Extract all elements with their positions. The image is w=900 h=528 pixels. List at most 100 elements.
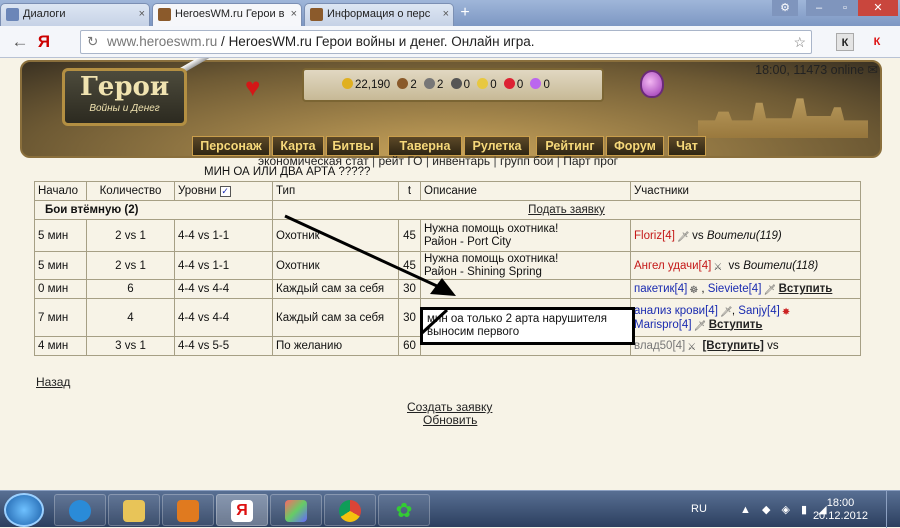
menu-battles[interactable]: Битвы xyxy=(326,136,380,156)
participant-link[interactable]: анализ крови[4] xyxy=(634,305,718,317)
sulfur-amount: 0 xyxy=(490,79,497,91)
table-row: 0 мин 6 4-4 vs 4-4 Каждый сам за себя 30… xyxy=(34,279,861,299)
vs-label: vs xyxy=(692,229,704,242)
cell-start: 7 мин xyxy=(34,298,87,337)
language-indicator[interactable]: RU xyxy=(691,503,707,515)
close-tab-icon[interactable]: × xyxy=(139,4,145,24)
menu-character[interactable]: Персонаж xyxy=(192,136,270,156)
ore-amount: 2 xyxy=(437,79,444,91)
taskbar-icq[interactable]: ✿ xyxy=(378,494,430,526)
participant-link[interactable]: влад50[4] xyxy=(634,340,685,352)
section-row: Бои втёмную (2) Подать заявку xyxy=(34,200,861,220)
settings-icon[interactable]: ⚙ xyxy=(772,0,798,16)
taskbar-yandex-browser[interactable]: Я xyxy=(216,494,268,526)
menu-roulette[interactable]: Рулетка xyxy=(464,136,530,156)
join-link[interactable]: Вступить xyxy=(709,319,763,331)
maximize-button[interactable]: ▫ xyxy=(832,0,858,16)
mail-icon[interactable]: ✉ xyxy=(868,63,878,77)
chrome-icon xyxy=(339,500,361,522)
section-title: Бои втёмную (2) xyxy=(34,200,273,220)
participant-link[interactable]: пакетик[4] xyxy=(634,283,687,295)
cell-t: 45 xyxy=(398,251,421,280)
cell-description: Нужна помощь охотника! Район - Shining Sp… xyxy=(420,251,631,280)
crystal-icon xyxy=(503,78,515,89)
close-window-button[interactable]: ✕ xyxy=(858,0,898,16)
cell-participants: анализ крови[4] 🗡, Sanjy[4] ✸ Marispro[4] 🗡 … xyxy=(630,298,861,337)
close-tab-icon[interactable]: × xyxy=(291,4,297,24)
tab-heroeswm[interactable]: HeroesWM.ru Герои в × xyxy=(152,3,302,27)
gem-amount: 0 xyxy=(543,79,550,91)
taskbar-chrome[interactable] xyxy=(324,494,376,526)
server-time-online: 18:00, 11473 online ✉ xyxy=(755,62,878,77)
minimize-button[interactable]: – xyxy=(806,0,832,16)
address-bar[interactable]: ↻ www.heroeswm.ru / HeroesWM.ru Герои во… xyxy=(80,30,812,54)
participant-link[interactable]: Sieviete[4] xyxy=(708,283,762,295)
menu-map[interactable]: Карта xyxy=(272,136,324,156)
tab-character-info[interactable]: Информация о перс × xyxy=(304,3,454,26)
cell-levels: 4-4 vs 5-5 xyxy=(174,336,273,356)
table-row: 5 мин 2 vs 1 4-4 vs 1-1 Охотник 45 Нужна… xyxy=(34,219,861,252)
cell-t: 30 xyxy=(398,279,421,299)
new-tab-button[interactable]: + xyxy=(456,4,474,22)
start-button[interactable] xyxy=(4,493,44,527)
col-start: Начало xyxy=(34,181,87,201)
cell-participants: влад50[4] ⚔ [Вступить] vs xyxy=(630,336,861,356)
extension-kaspersky-button[interactable]: К xyxy=(868,33,886,51)
cell-start: 4 мин xyxy=(34,336,87,356)
participant-link[interactable]: Sanjy[4] xyxy=(738,305,780,317)
taskbar-media-player[interactable] xyxy=(162,494,214,526)
logo-subtitle: Войны и Денег xyxy=(89,103,160,114)
sublink-group-battles[interactable]: групп бои xyxy=(500,154,554,168)
taskbar-explorer[interactable] xyxy=(108,494,160,526)
vs-label: vs xyxy=(728,259,741,272)
taskbar-clock[interactable]: 18:00 20.12.2012 xyxy=(813,497,868,523)
ie-icon xyxy=(69,500,91,522)
join-link[interactable]: Вступить xyxy=(779,283,833,295)
cell-type: Каждый сам за себя xyxy=(272,279,399,299)
crystal-amount: 0 xyxy=(516,79,524,91)
sublink-rating-go[interactable]: рейт ГО xyxy=(378,154,422,168)
extension-k-button[interactable]: К xyxy=(836,33,854,51)
bookmark-star-icon[interactable]: ☆ xyxy=(793,31,806,53)
resource-bar: 22,190 2 2 0 0 0 0 xyxy=(302,68,604,102)
menu-rating[interactable]: Рейтинг xyxy=(536,136,604,156)
refresh-link[interactable]: Обновить xyxy=(423,413,477,427)
tab-dialogs[interactable]: Диалоги × xyxy=(0,3,150,26)
reload-icon[interactable]: ↻ xyxy=(87,31,98,53)
cell-levels: 4-4 vs 1-1 xyxy=(174,219,273,252)
sublink-inventory[interactable]: инвентарь xyxy=(432,154,490,168)
annotation-line: выносим первого xyxy=(427,326,520,338)
cell-participants: Floriz[4] 🗡 vs Воители(119) xyxy=(630,219,861,252)
levels-checkbox[interactable]: ✓ xyxy=(219,186,231,197)
taskbar-paint[interactable] xyxy=(270,494,322,526)
sulfur-icon xyxy=(477,78,489,89)
annotation-line: мин оа только 2 арта нарушителя xyxy=(427,313,607,325)
cell-levels: 4-4 vs 1-1 xyxy=(174,251,273,280)
page-content: Герои Войны и Денег ♥ 22,190 2 2 0 0 0 0… xyxy=(0,58,900,490)
sublink-partner-prog[interactable]: Парт прог xyxy=(563,154,618,168)
cell-type: По желанию xyxy=(272,336,399,356)
yandex-button[interactable]: Я xyxy=(34,32,54,52)
extension-kaspersky-label: К xyxy=(873,36,881,48)
taskbar-ie[interactable] xyxy=(54,494,106,526)
col-count: Количество xyxy=(86,181,175,201)
menu-tavern[interactable]: Таверна xyxy=(388,136,462,156)
menu-chat[interactable]: Чат xyxy=(668,136,706,156)
show-desktop-button[interactable] xyxy=(886,491,900,528)
back-button[interactable]: ← xyxy=(10,32,30,52)
logo-title: Герои xyxy=(79,72,170,102)
close-tab-icon[interactable]: × xyxy=(443,4,449,24)
paint-icon xyxy=(285,500,307,522)
cell-participants: Ангел удачи[4] ⚔ vs Воители(118) xyxy=(630,251,861,280)
create-request-link[interactable]: Создать заявку xyxy=(407,400,492,414)
join-link[interactable]: [Вступить] xyxy=(702,340,763,352)
menu-forum[interactable]: Форум xyxy=(606,136,664,156)
cell-count: 2 vs 1 xyxy=(86,219,175,252)
participant-link[interactable]: Marispro[4] xyxy=(634,319,692,331)
participant-link[interactable]: Ангел удачи[4] xyxy=(634,260,711,272)
game-header: Герои Войны и Денег ♥ 22,190 2 2 0 0 0 0… xyxy=(20,58,882,158)
game-logo[interactable]: Герои Войны и Денег xyxy=(62,68,187,126)
participant-link[interactable]: Floriz[4] xyxy=(634,230,675,242)
back-link[interactable]: Назад xyxy=(36,375,70,389)
apply-link[interactable]: Подать заявку xyxy=(528,204,605,216)
